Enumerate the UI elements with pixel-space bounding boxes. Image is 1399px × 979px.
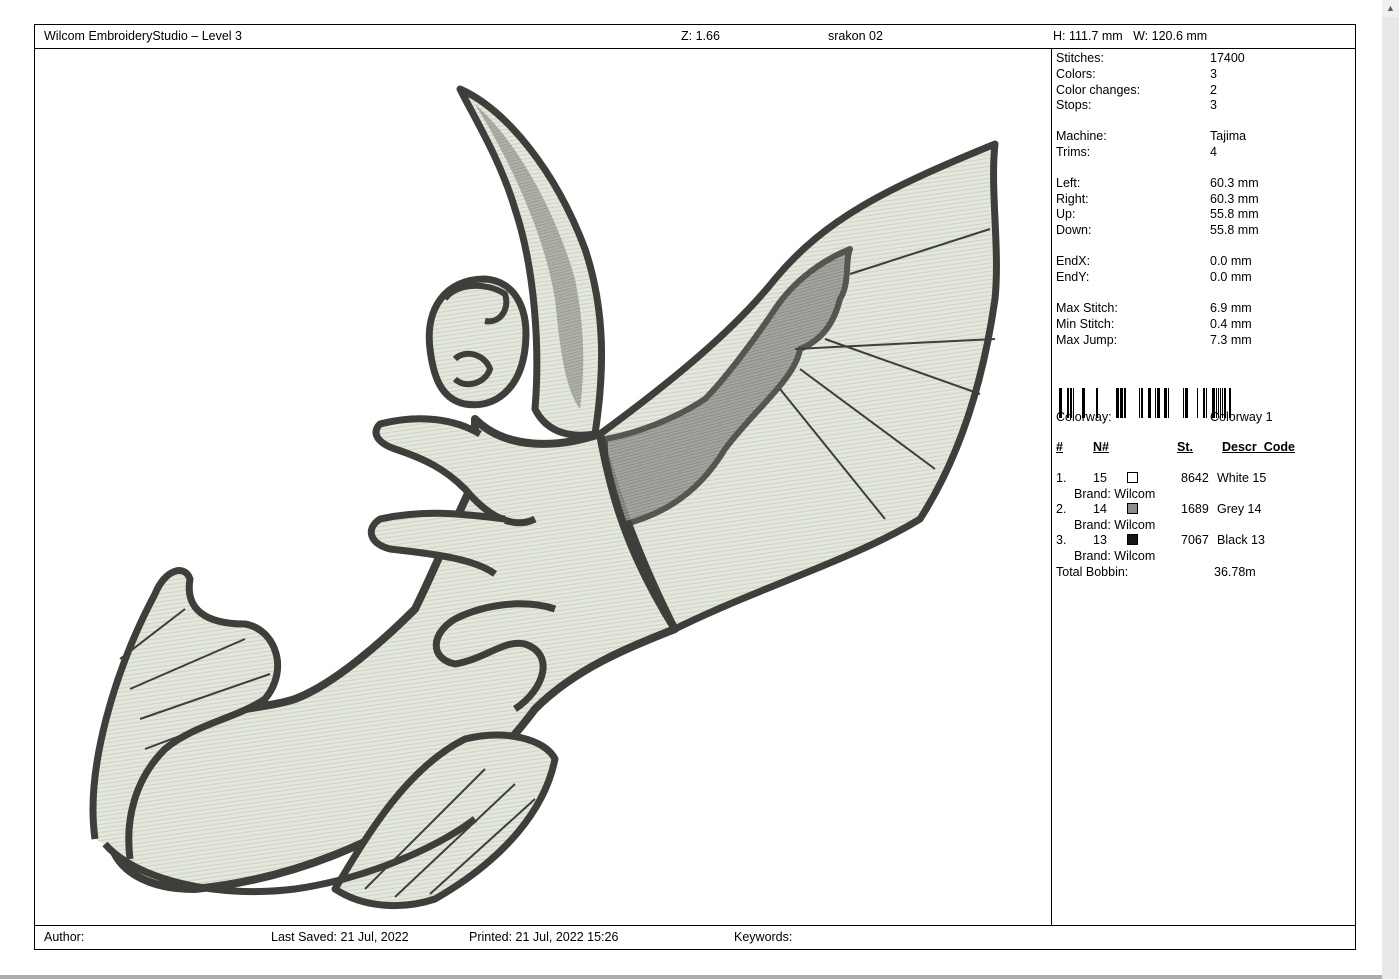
stat-row: Machine: Tajima [1056,129,1352,144]
color-stitches: 7067 [1181,533,1209,547]
stat-value: 17400 [1210,51,1245,65]
color-brand: Brand: Wilcom [1074,518,1156,532]
stat-label: EndY: [1056,270,1090,284]
last-saved: Last Saved: 21 Jul, 2022 [271,930,409,944]
scroll-up-arrow-icon[interactable]: ▲ [1382,0,1399,17]
stat-label: Trims: [1056,145,1091,159]
stat-value: 60.3 mm [1210,192,1259,206]
stat-row: Stitches: 17400 [1056,51,1352,66]
stat-label: Max Jump: [1056,333,1118,347]
vertical-scrollbar[interactable]: ▲ [1382,0,1399,979]
stat-row: Stops: 3 [1056,98,1352,113]
stat-value: 3 [1210,67,1217,81]
colorway-value: Colorway 1 [1210,410,1273,424]
zoom-level: Z: 1.66 [681,29,720,43]
stat-row: Down: 55.8 mm [1056,223,1352,238]
stat-label: Color changes: [1056,83,1141,97]
colorway-row: Colorway: Colorway 1 [1056,410,1352,425]
stat-label: Stops: [1056,98,1092,112]
color-row: 1. 15 8642 White 15 [1056,471,1352,486]
stat-row: EndY: 0.0 mm [1056,270,1352,285]
color-brand: Brand: Wilcom [1074,487,1156,501]
color-brand: Brand: Wilcom [1074,549,1156,563]
total-bobbin-label: Total Bobbin: [1056,565,1129,579]
color-index: 3. [1056,533,1067,547]
colorway-label: Colorway: [1056,410,1112,424]
stat-label: Colors: [1056,67,1096,81]
stat-value: 0.0 mm [1210,254,1252,268]
stat-row: EndX: 0.0 mm [1056,254,1352,269]
color-swatch [1127,503,1138,514]
print-preview-page: Wilcom EmbroideryStudio – Level 3 Z: 1.6… [0,0,1382,975]
color-code: 13 [1093,533,1107,547]
sheet-footer: Author: Last Saved: 21 Jul, 2022 Printed… [35,925,1355,949]
color-code: 14 [1093,502,1107,516]
design-sheet: Wilcom EmbroideryStudio – Level 3 Z: 1.6… [34,24,1356,950]
design-size: H: 111.7 mm W: 120.6 mm [1053,29,1208,43]
stat-row: Max Stitch: 6.9 mm [1056,301,1352,316]
stat-value: 4 [1210,145,1217,159]
stat-label: Down: [1056,223,1092,237]
design-info-panel: Stitches: 17400 Colors: 3 Color changes: 2 Sto… [1051,49,1357,925]
color-stitches: 1689 [1181,502,1209,516]
color-description: White 15 [1217,471,1267,485]
stat-label: EndX: [1056,254,1091,268]
dragon-embroidery-image [89,85,1000,909]
stat-value: 6.9 mm [1210,301,1252,315]
stat-row: Left: 60.3 mm [1056,176,1352,191]
stat-row: Trims: 4 [1056,145,1352,160]
stat-value: Tajima [1210,129,1247,143]
color-description: Grey 14 [1217,502,1262,516]
col-header-stitches: St. [1177,440,1193,454]
stat-label: Stitches: [1056,51,1104,65]
stat-row: Colors: 3 [1056,67,1352,82]
stat-value: 55.8 mm [1210,223,1259,237]
stat-value: 55.8 mm [1210,207,1259,221]
stat-value: 7.3 mm [1210,333,1252,347]
design-name: srakon 02 [828,29,883,43]
stat-value: 2 [1210,83,1217,97]
stat-label: Min Stitch: [1056,317,1115,331]
color-row: 2. 14 1689 Grey 14 [1056,502,1352,517]
total-bobbin-row: Total Bobbin: 36.78m [1056,565,1352,580]
stat-value: 3 [1210,98,1217,112]
printed-date: Printed: 21 Jul, 2022 15:26 [469,930,619,944]
col-header-index: # [1056,440,1063,454]
wing-fill [596,140,1000,633]
total-bobbin-value: 36.78m [1214,565,1256,579]
stat-row: Color changes: 2 [1056,83,1352,98]
stat-row: Up: 55.8 mm [1056,207,1352,222]
col-header-description: Descr_Code [1222,440,1295,454]
sheet-header: Wilcom EmbroideryStudio – Level 3 Z: 1.6… [35,25,1355,49]
stat-label: Up: [1056,207,1076,221]
stat-label: Max Stitch: [1056,301,1118,315]
stat-value: 0.4 mm [1210,317,1252,331]
color-swatch [1127,534,1138,545]
color-swatch [1127,472,1138,483]
color-stitches: 8642 [1181,471,1209,485]
stat-value: 0.0 mm [1210,270,1252,284]
color-description: Black 13 [1217,533,1265,547]
color-code: 15 [1093,471,1107,485]
color-index: 1. [1056,471,1067,485]
stat-row: Max Jump: 7.3 mm [1056,333,1352,348]
color-index: 2. [1056,502,1067,516]
stat-label: Left: [1056,176,1081,190]
stat-value: 60.3 mm [1210,176,1259,190]
stat-label: Machine: [1056,129,1107,143]
stat-row: Right: 60.3 mm [1056,192,1352,207]
col-header-code: N# [1093,440,1109,454]
stat-row: Min Stitch: 0.4 mm [1056,317,1352,332]
author: Author: [44,930,85,944]
embroidery-design-area [35,49,1051,925]
color-row: 3. 13 7067 Black 13 [1056,533,1352,548]
stat-label: Right: [1056,192,1089,206]
app-title: Wilcom EmbroideryStudio – Level 3 [44,29,242,43]
keywords: Keywords: [734,930,793,944]
